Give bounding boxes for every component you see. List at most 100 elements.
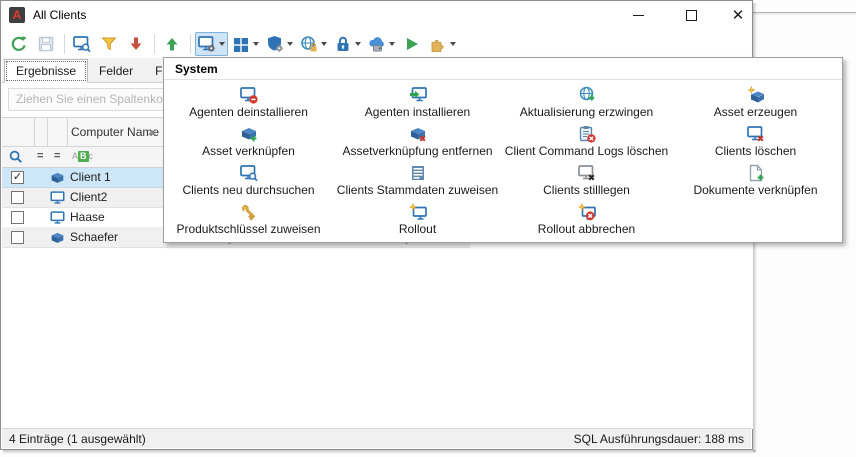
client-name: Haase bbox=[70, 210, 105, 224]
status-sql-duration: SQL Ausführungsdauer: 188 ms bbox=[573, 431, 744, 446]
security-button[interactable] bbox=[263, 32, 296, 56]
abc-c: c bbox=[88, 151, 94, 161]
backup-button[interactable] bbox=[365, 32, 398, 56]
maximize-button[interactable] bbox=[675, 4, 707, 26]
header-icon-column[interactable] bbox=[48, 118, 68, 146]
run-button[interactable] bbox=[399, 32, 425, 56]
background-window-edge-light bbox=[752, 13, 856, 15]
menu-item-agenten-installieren[interactable]: Agenten installieren bbox=[333, 83, 502, 122]
equals-operator[interactable]: = bbox=[37, 150, 43, 162]
abc-filter-icon[interactable]: ABc bbox=[72, 151, 93, 162]
client-name: Client 1 bbox=[70, 170, 111, 184]
plugins-button[interactable] bbox=[426, 32, 459, 56]
menu-item-produktschluessel-zuweisen[interactable]: Produktschlüssel zuweisen bbox=[164, 200, 333, 239]
menu-item-label: Client Command Logs löschen bbox=[504, 144, 669, 158]
title-bar: A All Clients ✕ bbox=[1, 1, 752, 29]
filter-button[interactable] bbox=[96, 32, 122, 56]
equals-operator[interactable]: = bbox=[54, 150, 60, 162]
dropdown-caret-icon bbox=[321, 42, 327, 46]
status-entry-count: 4 Einträge (1 ausgewählt) bbox=[9, 431, 146, 446]
menu-item-agenten-deinstallieren[interactable]: Agenten deinstallieren bbox=[164, 83, 333, 122]
log-delete-icon bbox=[578, 125, 596, 143]
dropdown-caret-icon bbox=[219, 42, 225, 46]
maximize-icon bbox=[685, 9, 697, 21]
menu-item-label: Dokumente verknüpfen bbox=[693, 183, 818, 197]
refresh-icon bbox=[10, 35, 28, 53]
document-add-icon bbox=[747, 164, 765, 182]
row-checkbox[interactable] bbox=[11, 211, 24, 224]
dropdown-caret-icon bbox=[389, 42, 395, 46]
tab-felder[interactable]: Felder bbox=[88, 60, 144, 82]
asset-new-icon bbox=[746, 86, 765, 104]
rollout-cancel-icon bbox=[577, 203, 596, 221]
move-up-button[interactable] bbox=[159, 32, 185, 56]
dropdown-caret-icon bbox=[287, 42, 293, 46]
menu-title: System bbox=[164, 58, 842, 80]
menu-item-asset-erzeugen[interactable]: Asset erzeugen bbox=[671, 83, 840, 122]
menu-item-assetverknuepfung-entfernen[interactable]: Assetverknüpfung entfernen bbox=[333, 122, 502, 161]
minimize-button[interactable] bbox=[622, 4, 654, 26]
client-search-button[interactable] bbox=[69, 32, 95, 56]
grid-icon bbox=[232, 35, 250, 53]
row-checkbox[interactable] bbox=[11, 231, 24, 244]
save-button[interactable] bbox=[33, 32, 59, 56]
puzzle-icon bbox=[429, 35, 447, 53]
cube-icon bbox=[50, 170, 65, 185]
menu-item-label: Aktualisierung erzwingen bbox=[519, 105, 654, 119]
menu-empty-cell bbox=[671, 200, 840, 239]
refresh-button[interactable] bbox=[6, 32, 32, 56]
menu-item-asset-verknuepfen[interactable]: Asset verknüpfen bbox=[164, 122, 333, 161]
column-header-label[interactable]: Computer Name bbox=[71, 125, 159, 139]
play-icon bbox=[403, 35, 421, 53]
menu-item-aktualisierung-erzwingen[interactable]: Aktualisierung erzwingen bbox=[502, 83, 671, 122]
menu-item-label: Asset verknüpfen bbox=[202, 144, 295, 158]
menu-item-clients-neu-durchsuchen[interactable]: Clients neu durchsuchen bbox=[164, 161, 333, 200]
menu-item-rollout-abbrechen[interactable]: Rollout abbrechen bbox=[502, 200, 671, 239]
header-checkbox-column[interactable] bbox=[2, 118, 35, 146]
network-button[interactable] bbox=[297, 32, 330, 56]
modules-button[interactable] bbox=[229, 32, 262, 56]
client-name: Schaefer bbox=[70, 230, 119, 244]
tab-ergebnisse[interactable]: Ergebnisse bbox=[4, 59, 89, 83]
menu-item-client-command-logs-loeschen[interactable]: Client Command Logs löschen bbox=[502, 122, 671, 161]
monitor-icon bbox=[50, 210, 65, 225]
menu-item-clients-stilllegen[interactable]: Clients stilllegen bbox=[502, 161, 671, 200]
toolbar bbox=[1, 29, 752, 59]
minimize-icon bbox=[632, 14, 644, 16]
rollout-icon bbox=[408, 203, 427, 221]
menu-item-label: Assetverknüpfung entfernen bbox=[342, 144, 493, 158]
monitor-search-icon bbox=[239, 164, 258, 182]
shield-gear-icon bbox=[266, 35, 284, 53]
menu-item-clients-stammdaten-zuweisen[interactable]: Clients Stammdaten zuweisen bbox=[333, 161, 502, 200]
key-icon bbox=[240, 203, 258, 221]
monitor-install-icon bbox=[409, 86, 427, 104]
screen: A All Clients ✕ Ergebnisse Felder Ziehen… bbox=[0, 0, 856, 457]
menu-item-rollout[interactable]: Rollout bbox=[333, 200, 502, 239]
menu-item-label: Rollout abbrechen bbox=[537, 222, 636, 236]
client-name: Client2 bbox=[70, 190, 108, 204]
cube-icon bbox=[50, 230, 65, 245]
dropdown-caret-icon bbox=[253, 42, 259, 46]
globe-lock-icon bbox=[300, 35, 318, 53]
menu-item-label: Clients stilllegen bbox=[543, 183, 630, 197]
window-title: All Clients bbox=[33, 8, 87, 22]
toolbar-separator bbox=[64, 34, 65, 54]
system-menu-button[interactable] bbox=[195, 32, 228, 56]
menu-item-label: Clients neu durchsuchen bbox=[182, 183, 315, 197]
search-icon[interactable] bbox=[9, 150, 23, 164]
menu-item-dokumente-verknuepfen[interactable]: Dokumente verknüpfen bbox=[671, 161, 840, 200]
toolbar-separator bbox=[154, 34, 155, 54]
status-bar: 4 Einträge (1 ausgewählt) SQL Ausführung… bbox=[2, 428, 751, 448]
red-down-arrow-icon bbox=[127, 35, 145, 53]
row-checkbox-checked[interactable]: ✓ bbox=[11, 171, 24, 184]
monitor-icon bbox=[50, 190, 65, 205]
menu-item-label: Clients löschen bbox=[714, 144, 797, 158]
header-state-column[interactable] bbox=[35, 118, 48, 146]
lock-button[interactable] bbox=[331, 32, 364, 56]
padlock-icon bbox=[334, 35, 352, 53]
green-up-arrow-icon bbox=[163, 35, 181, 53]
row-checkbox[interactable] bbox=[11, 191, 24, 204]
close-button[interactable]: ✕ bbox=[722, 4, 754, 26]
move-down-button[interactable] bbox=[123, 32, 149, 56]
menu-item-clients-loeschen[interactable]: Clients löschen bbox=[671, 122, 840, 161]
